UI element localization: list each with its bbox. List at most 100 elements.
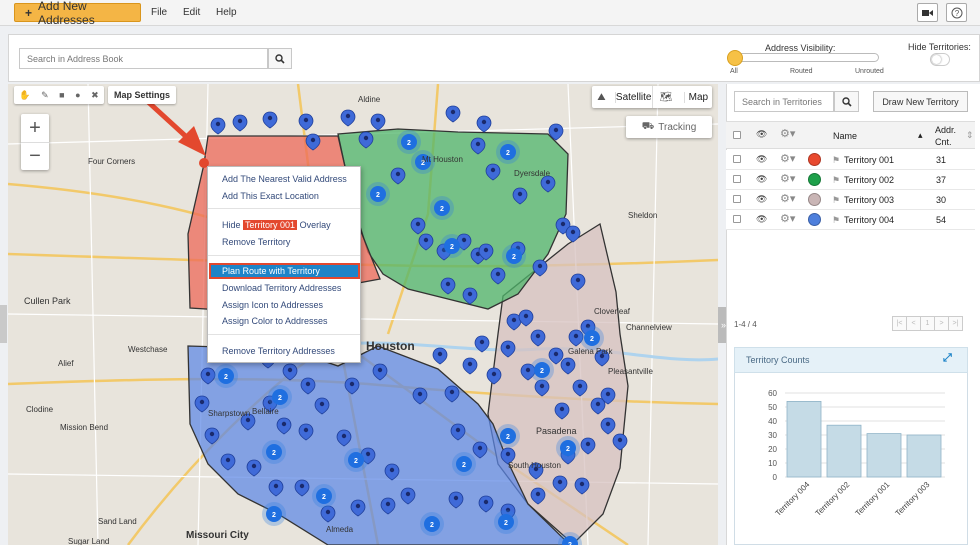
pager-button[interactable]: 1 [920,316,935,331]
territory-row[interactable]: 👁 ⚙▾ ⚑ Territory 003 30 [726,190,975,210]
row-checkbox[interactable] [733,215,741,223]
pager-button[interactable]: > [934,316,949,331]
map-settings-button[interactable]: Map Settings [108,86,176,104]
row-checkbox[interactable] [733,155,741,163]
gear-icon[interactable]: ⚙▾ [780,127,795,140]
address-cluster[interactable]: 2 [366,182,390,206]
menu-edit[interactable]: Edit [183,7,200,18]
column-name-header[interactable]: Name [833,131,857,141]
search-button[interactable] [268,48,292,69]
address-pin[interactable] [462,357,478,375]
address-pin[interactable] [476,115,492,133]
menu-help[interactable]: Help [216,7,237,18]
visibility-eye-icon[interactable]: 👁 [756,129,767,140]
menu-assign-icon[interactable]: Assign Icon to Addresses [222,300,323,310]
address-cluster[interactable]: 2 [344,448,368,472]
column-address-count-header[interactable]: Addr. Cnt. [935,124,965,148]
menu-add-exact-location[interactable]: Add This Exact Location [222,191,319,201]
menu-remove-territory-addresses[interactable]: Remove Territory Addresses [222,346,335,356]
address-cluster[interactable]: 2 [268,385,292,409]
sort-arrows-icon[interactable]: ⇕ [966,130,974,141]
address-cluster[interactable]: 2 [502,244,526,268]
video-camera-icon[interactable] [917,3,938,22]
territory-name[interactable]: Territory 002 [844,175,894,185]
address-pin[interactable] [370,113,386,131]
address-pin[interactable] [298,113,314,131]
territory-search-input[interactable]: Search in Territories [734,91,834,112]
address-cluster[interactable]: 2 [312,484,336,508]
circle-tool-icon[interactable]: ● [75,90,80,100]
select-all-checkbox[interactable] [733,131,741,139]
left-panel-handle[interactable] [0,305,7,343]
menu-add-nearest-valid-address[interactable]: Add The Nearest Valid Address [222,174,347,184]
hide-territories-toggle[interactable] [930,53,950,66]
territory-name[interactable]: Territory 003 [844,195,894,205]
visibility-slider[interactable] [733,53,879,62]
address-cluster[interactable]: 2 [530,358,554,382]
address-cluster[interactable]: 2 [262,502,286,526]
territory-color-dot[interactable] [808,153,821,166]
gear-icon[interactable]: ⚙▾ [780,152,795,165]
zoom-in-button[interactable]: + [21,114,49,142]
menu-plan-route-with-territory[interactable]: Plan Route with Territory [209,263,360,279]
gear-icon[interactable]: ⚙▾ [780,172,795,185]
address-cluster[interactable]: 2 [452,452,476,476]
menu-file[interactable]: File [151,7,167,18]
menu-remove-territory[interactable]: Remove Territory [222,237,290,247]
address-pin[interactable] [445,105,461,123]
territory-name[interactable]: Territory 001 [844,155,894,165]
expand-icon[interactable]: ⤢ [943,352,952,365]
sort-arrow-icon[interactable]: ▴ [918,130,923,141]
visibility-eye-icon[interactable]: 👁 [756,174,767,185]
add-new-addresses-button[interactable]: + Add New Addresses [14,0,141,27]
address-pin[interactable] [432,347,448,365]
address-cluster[interactable]: 2 [494,510,518,534]
territory-search-button[interactable] [834,91,859,112]
territory-row[interactable]: 👁 ⚙▾ ⚑ Territory 001 31 [726,150,975,170]
territory-row[interactable]: 👁 ⚙▾ ⚑ Territory 004 54 [726,210,975,230]
gear-icon[interactable]: ⚙▾ [780,192,795,205]
pager-button[interactable]: < [906,316,921,331]
menu-assign-color[interactable]: Assign Color to Addresses [222,316,328,326]
map-canvas[interactable]: 222222222222222222222 HoustonPasadenaMt … [8,84,718,545]
pager-button[interactable]: >| [948,316,963,331]
address-cluster[interactable]: 2 [430,196,454,220]
satellite-button[interactable]: ⛰ Satellite [592,86,652,108]
visibility-eye-icon[interactable]: 👁 [756,214,767,225]
address-cluster[interactable]: 2 [214,364,238,388]
hand-tool-icon[interactable]: ✋ [19,90,30,101]
tracking-button[interactable]: ⛟ Tracking [626,116,712,138]
territory-name[interactable]: Territory 004 [844,215,894,225]
territory-color-dot[interactable] [808,193,821,206]
address-cluster[interactable]: 2 [420,512,444,536]
pager-button[interactable]: |< [892,316,907,331]
address-pin[interactable] [262,111,278,129]
address-search-input[interactable]: Search in Address Book [19,48,268,69]
row-checkbox[interactable] [733,175,741,183]
territory-color-dot[interactable] [808,173,821,186]
address-cluster[interactable]: 2 [496,140,520,164]
row-checkbox[interactable] [733,195,741,203]
territory-color-dot[interactable] [808,213,821,226]
address-cluster[interactable]: 2 [496,424,520,448]
visibility-eye-icon[interactable]: 👁 [756,194,767,205]
menu-download-territory-addresses[interactable]: Download Territory Addresses [222,283,341,293]
address-pin[interactable] [232,114,248,132]
square-tool-icon[interactable]: ■ [59,90,64,100]
draw-new-territory-button[interactable]: Draw New Territory [873,91,968,112]
address-pin[interactable] [210,117,226,135]
visibility-eye-icon[interactable]: 👁 [756,154,767,165]
address-cluster[interactable]: 2 [397,130,421,154]
address-cluster[interactable]: 2 [556,436,580,460]
close-tool-icon[interactable]: ✖ [91,90,99,101]
address-cluster[interactable]: 2 [440,234,464,258]
zoom-out-button[interactable]: − [21,142,49,170]
map-button[interactable]: 🗺 Map [651,86,713,108]
draw-tool-icon[interactable]: ✎ [41,90,49,101]
visibility-slider-handle[interactable] [727,50,743,66]
territory-row[interactable]: 👁 ⚙▾ ⚑ Territory 002 37 [726,170,975,190]
menu-hide-territory-overlay[interactable]: Hide Territory 001 Overlay [222,220,331,230]
address-cluster[interactable]: 2 [262,440,286,464]
gear-icon[interactable]: ⚙▾ [780,212,795,225]
help-icon[interactable]: ? [946,3,967,22]
